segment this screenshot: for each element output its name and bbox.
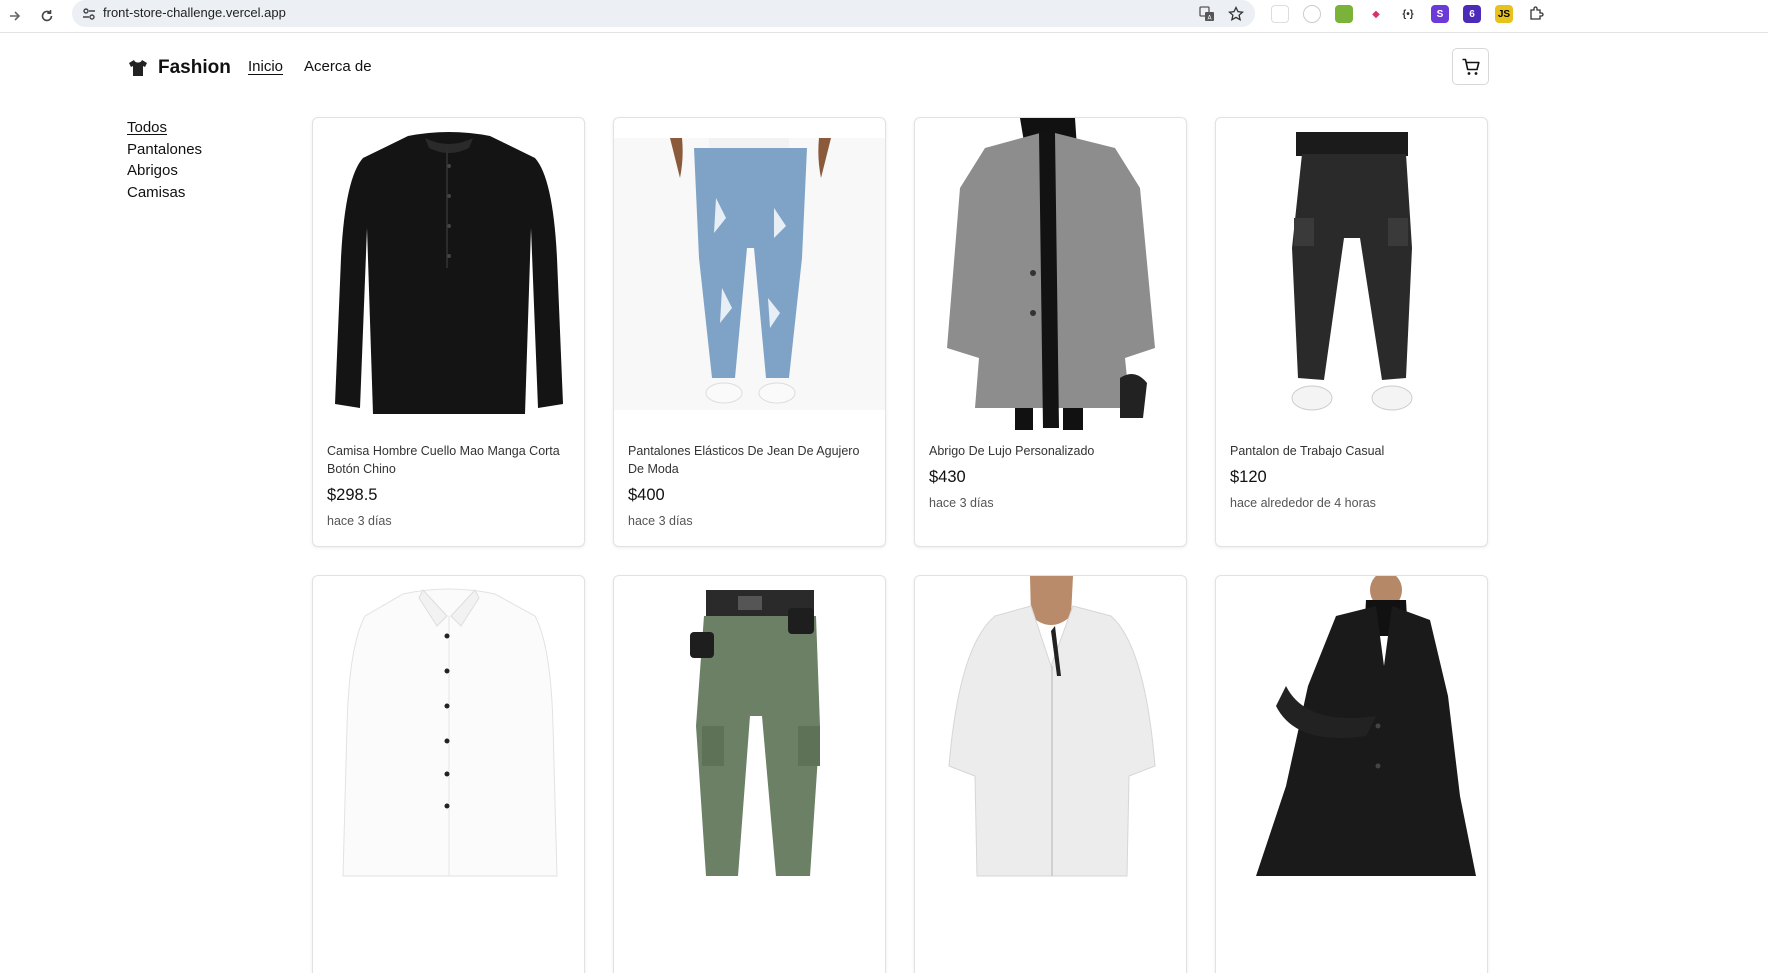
product-card[interactable]: Pantalones Elásticos De Jean De Agujero …	[613, 117, 886, 547]
product-card[interactable]	[1215, 575, 1488, 973]
product-name[interactable]: Pantalon de Trabajo Casual	[1230, 442, 1473, 460]
extension-icon[interactable]: S	[1431, 5, 1449, 23]
product-image-green-cargo-pants[interactable]	[614, 576, 885, 888]
product-card[interactable]: Abrigo De Lujo Personalizado $430 hace 3…	[914, 117, 1187, 547]
product-image-white-dress-shirt[interactable]	[313, 576, 584, 888]
forward-icon[interactable]	[2, 3, 28, 29]
extensions-puzzle-icon[interactable]	[1527, 5, 1545, 23]
brand-logo[interactable]: Fashion	[127, 57, 231, 79]
reload-icon[interactable]	[34, 3, 60, 29]
extension-icon[interactable]	[1335, 5, 1353, 23]
category-pantalones[interactable]: Pantalones	[127, 141, 202, 159]
category-camisas[interactable]: Camisas	[127, 184, 202, 202]
main-nav: Inicio Acerca de	[248, 58, 372, 75]
tshirt-icon	[129, 60, 147, 76]
bookmark-star-icon[interactable]	[1226, 4, 1246, 24]
nav-link-inicio[interactable]: Inicio	[248, 58, 283, 75]
product-time: hace 3 días	[628, 514, 693, 528]
product-image-grey-coat[interactable]	[915, 118, 1186, 430]
category-todos[interactable]: Todos	[127, 119, 202, 137]
extension-icon[interactable]	[1271, 5, 1289, 23]
category-abrigos[interactable]: Abrigos	[127, 162, 202, 180]
product-image-white-linen-shirt[interactable]	[915, 576, 1186, 888]
product-image-black-cargo-pants[interactable]	[1216, 118, 1487, 430]
category-sidebar: Todos Pantalones Abrigos Camisas	[127, 119, 202, 201]
address-bar[interactable]: front-store-challenge.vercel.app A	[72, 0, 1255, 27]
product-card[interactable]	[914, 575, 1187, 973]
extension-icon[interactable]	[1303, 5, 1321, 23]
shopping-cart-icon	[1462, 58, 1480, 75]
nav-link-acerca-de[interactable]: Acerca de	[304, 58, 372, 75]
product-price: $430	[929, 468, 966, 486]
product-grid: Camisa Hombre Cuello Mao Manga Corta Bot…	[312, 117, 1488, 973]
product-name[interactable]: Abrigo De Lujo Personalizado	[929, 442, 1172, 460]
product-name[interactable]: Pantalones Elásticos De Jean De Agujero …	[628, 442, 871, 478]
product-card[interactable]: Pantalon de Trabajo Casual $120 hace alr…	[1215, 117, 1488, 547]
product-image-ripped-jeans[interactable]	[614, 138, 885, 410]
product-name[interactable]: Camisa Hombre Cuello Mao Manga Corta Bot…	[327, 442, 570, 478]
product-price: $400	[628, 486, 665, 504]
cart-button[interactable]	[1452, 48, 1489, 85]
extension-icon[interactable]: ◆	[1367, 5, 1385, 23]
product-price: $298.5	[327, 486, 378, 504]
site-settings-icon[interactable]	[81, 6, 97, 22]
translate-icon[interactable]: A	[1197, 4, 1217, 24]
product-card[interactable]	[613, 575, 886, 973]
browser-toolbar: front-store-challenge.vercel.app A ◆ {•}…	[0, 0, 1768, 33]
product-image-black-long-coat[interactable]	[1216, 576, 1487, 888]
product-time: hace 3 días	[327, 514, 392, 528]
url-text[interactable]: front-store-challenge.vercel.app	[103, 5, 286, 20]
extension-icon[interactable]: 6	[1463, 5, 1481, 23]
product-card[interactable]	[312, 575, 585, 973]
product-time: hace alrededor de 4 horas	[1230, 496, 1376, 510]
extension-icon[interactable]: JS	[1495, 5, 1513, 23]
extension-icon[interactable]: {•}	[1399, 5, 1417, 23]
product-time: hace 3 días	[929, 496, 994, 510]
brand-name: Fashion	[158, 57, 231, 78]
product-image-black-henley-shirt[interactable]	[313, 118, 584, 430]
product-card[interactable]: Camisa Hombre Cuello Mao Manga Corta Bot…	[312, 117, 585, 547]
product-price: $120	[1230, 468, 1267, 486]
